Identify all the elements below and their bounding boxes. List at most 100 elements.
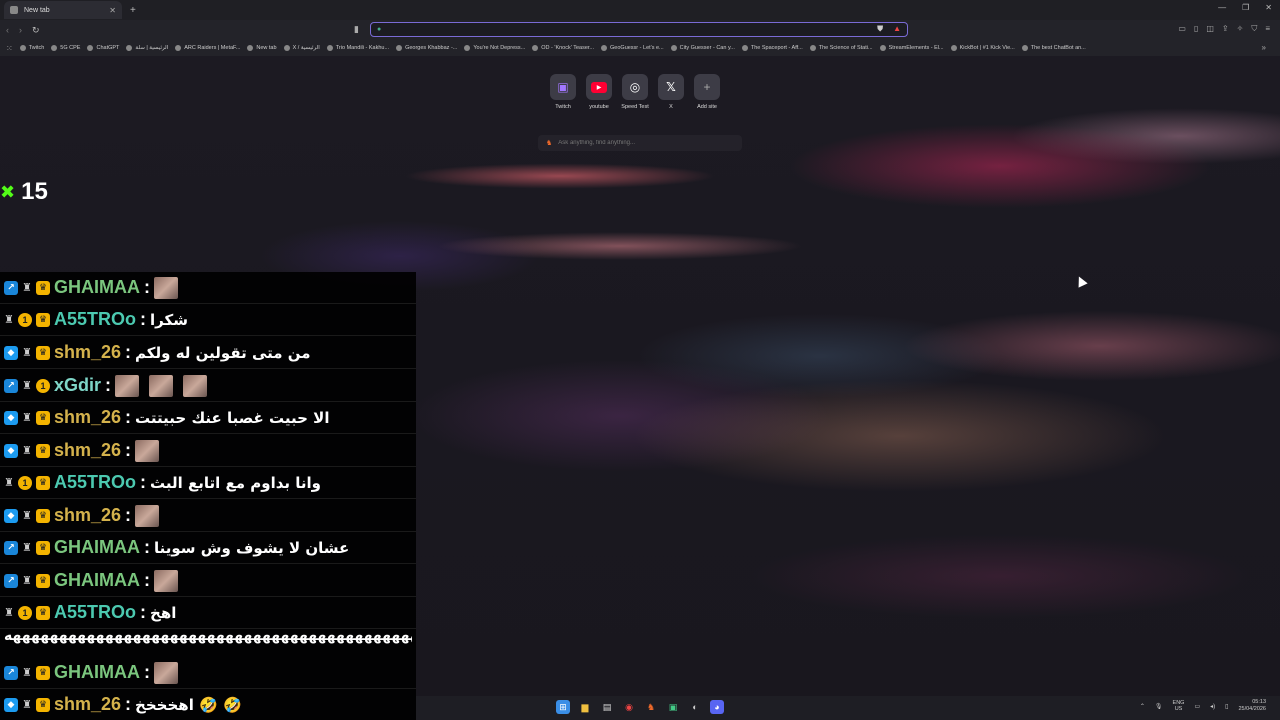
forward-icon[interactable]: ›: [19, 25, 22, 36]
search-engine-icon: ●: [377, 26, 382, 33]
bookmark-item[interactable]: StreamElements - El...: [879, 45, 944, 51]
bookmark-item[interactable]: Georges Khabbaz -...: [396, 45, 457, 51]
file-explorer-icon[interactable]: ▆: [578, 700, 592, 714]
cup-badge-icon: ♜: [22, 667, 32, 679]
start-icon[interactable]: ⊞: [556, 700, 570, 714]
chat-username[interactable]: shm_26: [54, 505, 121, 526]
bookmark-item[interactable]: ARC Raiders | MetaF...: [175, 45, 240, 51]
bookmark-item[interactable]: The best ChatBot an...: [1021, 45, 1086, 51]
chat-username[interactable]: shm_26: [54, 694, 121, 715]
back-icon[interactable]: ‹: [6, 25, 9, 36]
tray-overflow-icon[interactable]: ⌃: [1140, 703, 1145, 710]
bookmarks-more-icon[interactable]: »: [1262, 43, 1266, 52]
wallet-icon[interactable]: ▭: [1178, 24, 1186, 34]
maximize-icon[interactable]: ❐: [1242, 3, 1249, 12]
bookmark-item[interactable]: الرئيسية | سلة: [126, 45, 168, 51]
cup-badge-icon: ♜: [4, 607, 14, 619]
bookmark-label: Trio Mandili - Kakhu...: [335, 45, 390, 51]
shortcut-x[interactable]: 𝕏 X: [658, 74, 684, 110]
shortcut-youtube[interactable]: ▶ youtube: [586, 74, 612, 110]
toolbar-right: ▭ ▯ ◫ ⇪ ✧ ⛉ ≡: [1178, 24, 1270, 34]
app-obs-icon[interactable]: ◐: [688, 700, 702, 714]
cube-badge-icon: ◆: [4, 443, 18, 458]
cube-badge-icon: ◆: [4, 697, 18, 712]
new-tab-button[interactable]: +: [130, 5, 136, 16]
gift-badge-icon: 1: [36, 378, 50, 393]
vpn-icon[interactable]: ⛉: [1251, 24, 1257, 34]
bookmark-item[interactable]: New tab: [247, 45, 277, 51]
chat-username[interactable]: GHAIMAA: [54, 277, 140, 298]
bookmark-item[interactable]: The Science of Stati...: [809, 45, 873, 51]
bookmark-favicon-icon: [19, 45, 26, 51]
bookmark-favicon-icon: [670, 45, 677, 51]
bookmark-item[interactable]: Twitch: [19, 45, 44, 51]
battery-icon[interactable]: ▯: [1225, 703, 1228, 710]
chat-username[interactable]: GHAIMAA: [54, 537, 140, 558]
split-view-icon[interactable]: ◫: [1206, 24, 1214, 34]
chat-username[interactable]: shm_26: [54, 342, 121, 363]
chat-separator: :: [140, 309, 147, 329]
tab-new[interactable]: New tab ✕: [4, 1, 122, 19]
chat-username[interactable]: shm_26: [54, 407, 121, 428]
discord-icon[interactable]: ◕: [710, 700, 724, 714]
reload-icon[interactable]: ↻: [32, 25, 40, 36]
bookmark-label: X / الرئيسية: [292, 45, 320, 51]
chat-text: اهخخخخ 🤣 🤣: [135, 695, 242, 714]
clock[interactable]: 05:13 25/04/2026: [1238, 699, 1266, 713]
app-green-icon[interactable]: ▣: [666, 700, 680, 714]
bookmark-icon[interactable]: ▮: [354, 24, 359, 35]
chat-username[interactable]: shm_26: [54, 440, 121, 461]
extensions-icon[interactable]: ✧: [1237, 24, 1244, 34]
store-icon[interactable]: ▤: [600, 700, 614, 714]
chat-username[interactable]: GHAIMAA: [54, 570, 140, 591]
bookmark-item[interactable]: Trio Mandili - Kakhu...: [326, 45, 390, 51]
address-bar[interactable]: ● ⛊ ▲: [370, 22, 908, 37]
chat-username[interactable]: GHAIMAA: [54, 662, 140, 683]
chat-message: ◆ ♜ ♛ shm_26:: [0, 435, 416, 467]
chat-username[interactable]: A55TROo: [54, 602, 136, 623]
crown-badge-icon: ♛: [36, 605, 50, 620]
brave-rewards-icon[interactable]: ▲: [893, 24, 901, 34]
ask-input[interactable]: [558, 140, 729, 146]
chat-username[interactable]: xGdir: [54, 375, 101, 396]
shortcut-speed-test[interactable]: ◎ Speed Test: [621, 74, 649, 110]
chat-message: ◆ ♜ ♛ shm_26: الا حبيت غصبا عنك حبيتتت: [0, 402, 416, 434]
share-icon[interactable]: ⇪: [1222, 24, 1229, 34]
close-window-icon[interactable]: ✕: [1265, 3, 1272, 12]
shortcut-label: youtube: [589, 104, 609, 110]
chat-emote: [154, 569, 178, 592]
bookmark-item[interactable]: ChatGPT: [87, 45, 119, 51]
bookmark-item[interactable]: X / الرئيسية: [283, 45, 320, 51]
bookmark-item[interactable]: GeoGuessr - Let's e...: [601, 45, 664, 51]
bookmark-item[interactable]: 5G CPE: [51, 45, 80, 51]
chat-username[interactable]: A55TROo: [54, 309, 136, 330]
bookmark-favicon-icon: [1021, 45, 1028, 51]
bookmark-item[interactable]: City Guesser - Can y...: [670, 45, 735, 51]
brave-icon[interactable]: ♞: [644, 700, 658, 714]
sidebar-icon[interactable]: ▯: [1194, 24, 1198, 34]
ask-search-box[interactable]: ♞: [538, 135, 742, 151]
minimize-icon[interactable]: —: [1218, 3, 1226, 12]
shortcut-twitch[interactable]: ▣ Twitch: [550, 74, 576, 110]
menu-icon[interactable]: ≡: [1265, 24, 1270, 34]
bookmark-item[interactable]: KickBot | #1 Kick Vie...: [950, 45, 1015, 51]
apps-grid-icon[interactable]: ⁙: [6, 44, 13, 53]
bookmark-item[interactable]: OD - 'Knock' Teaser...: [532, 45, 594, 51]
network-icon[interactable]: ▭: [1194, 703, 1200, 710]
crown-badge-icon: ♛: [36, 410, 50, 425]
bookmark-label: الرئيسية | سلة: [135, 45, 169, 51]
gift-badge-icon: 1: [18, 605, 32, 620]
shortcut-add-site[interactable]: + Add site: [694, 74, 720, 110]
mic-icon[interactable]: 🎙: [1155, 703, 1163, 710]
chat-username[interactable]: A55TROo: [54, 472, 136, 493]
gift-badge-icon: 1: [18, 312, 32, 327]
cube-badge-icon: ◆: [4, 410, 18, 425]
bookmark-item[interactable]: The Spaceport - Aff...: [741, 45, 803, 51]
youtube-icon: ▶: [586, 74, 612, 100]
chrome-icon[interactable]: ◉: [622, 700, 636, 714]
close-tab-icon[interactable]: ✕: [109, 6, 116, 15]
brave-shields-icon[interactable]: ⛊: [877, 24, 883, 34]
volume-icon[interactable]: ◂): [1210, 703, 1215, 710]
bookmark-item[interactable]: You're Not Depress...: [464, 45, 525, 51]
language-indicator[interactable]: ENG US: [1173, 700, 1185, 712]
